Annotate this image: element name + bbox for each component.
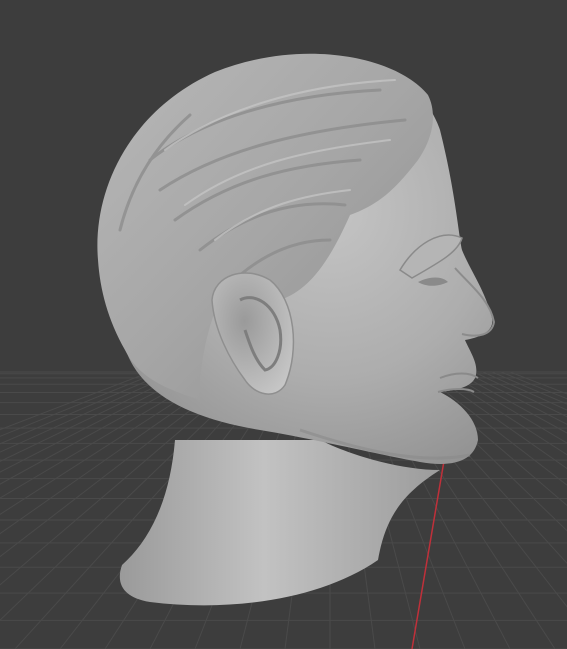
grid-line xyxy=(464,371,567,425)
grid-line xyxy=(455,371,567,434)
grid-line xyxy=(500,371,567,400)
neck-base xyxy=(119,440,440,606)
grid-line xyxy=(0,371,178,453)
viewport-scene[interactable] xyxy=(0,0,567,649)
grid-line xyxy=(482,371,567,411)
grid-line xyxy=(0,371,160,437)
3d-viewport[interactable] xyxy=(0,0,567,649)
sculpted-head-mesh[interactable] xyxy=(97,53,496,606)
